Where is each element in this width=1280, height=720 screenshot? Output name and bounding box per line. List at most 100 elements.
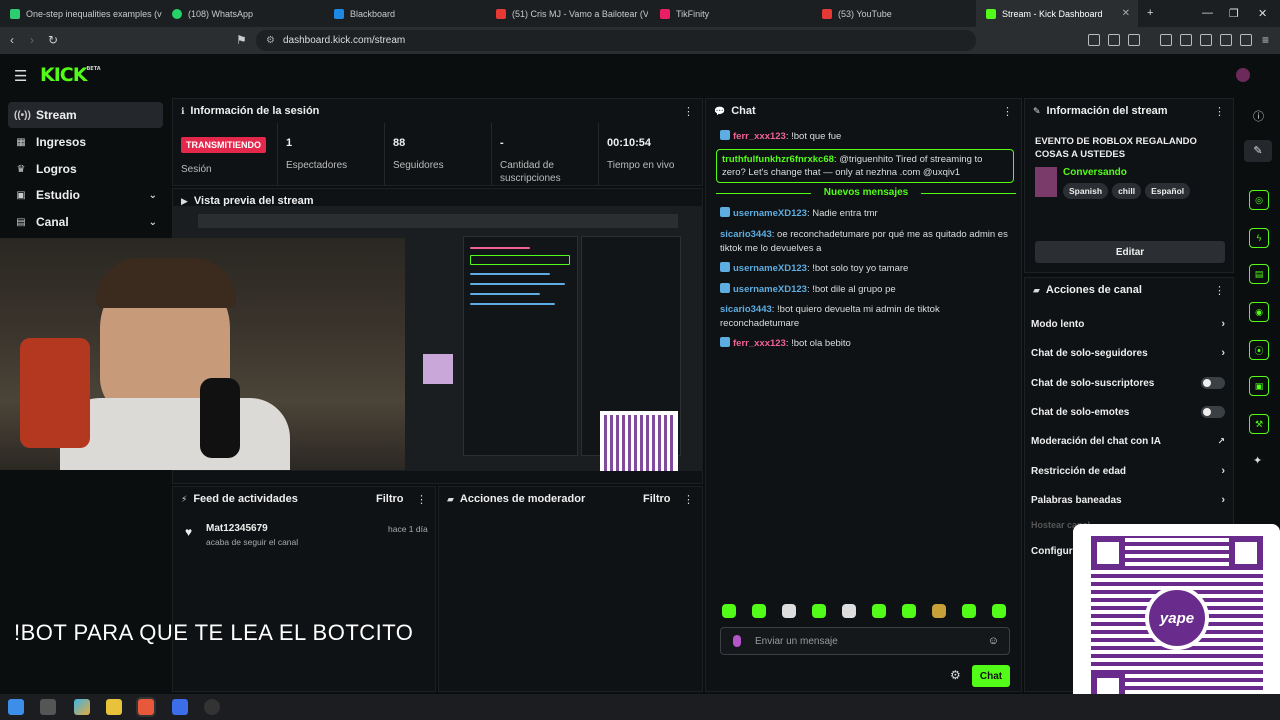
new-messages-divider[interactable]: Nuevos mensajes xyxy=(716,187,1016,198)
action-followers-only[interactable]: Chat de solo-seguidores › xyxy=(1031,342,1229,364)
obs-icon[interactable] xyxy=(204,699,220,715)
browser-tab[interactable]: TikFinity xyxy=(650,0,812,27)
chat-settings-icon[interactable]: ⚙ xyxy=(950,668,961,682)
extension-icon[interactable] xyxy=(1108,34,1120,46)
emote-icon[interactable] xyxy=(782,604,796,618)
focus-icon[interactable]: ◎ xyxy=(1249,190,1269,210)
url-field[interactable]: ⚙ dashboard.kick.com/stream xyxy=(256,30,976,51)
broadcast-icon[interactable]: ⦿ xyxy=(1249,340,1269,360)
emote-icon[interactable] xyxy=(902,604,916,618)
leo-icon[interactable] xyxy=(1220,34,1232,46)
sidebar-item-ingresos[interactable]: ▦ Ingresos xyxy=(8,129,163,155)
sidebar-item-estudio[interactable]: ▣ Estudio ⌄ xyxy=(8,182,163,208)
action-ai-moderation[interactable]: Moderación del chat con IA ↗ xyxy=(1031,430,1229,452)
chevron-right-icon: › xyxy=(1221,318,1225,330)
integrations-icon[interactable]: ✦ xyxy=(1253,454,1262,467)
browser-tab[interactable]: (53) YouTube xyxy=(812,0,974,27)
avatar[interactable] xyxy=(1236,68,1250,82)
reload-icon[interactable]: ↻ xyxy=(48,33,58,47)
tab-favicon-icon xyxy=(10,8,20,19)
menu-icon[interactable]: ≡ xyxy=(1262,33,1269,47)
browser-tab-active[interactable]: Stream - Kick Dashboard ✕ xyxy=(976,0,1138,27)
note-icon[interactable]: ▤ xyxy=(1249,264,1269,284)
emote-icon[interactable] xyxy=(932,604,946,618)
send-chat-button[interactable]: Chat xyxy=(972,665,1010,687)
edit-button[interactable]: Editar xyxy=(1035,241,1225,263)
more-options-icon[interactable]: ⋮ xyxy=(683,105,694,118)
site-info-icon[interactable]: ⚙ xyxy=(266,35,275,46)
microphone xyxy=(200,378,240,458)
emote-icon[interactable] xyxy=(962,604,976,618)
copilot-icon[interactable] xyxy=(74,699,90,715)
emote-icon[interactable] xyxy=(842,604,856,618)
category-link[interactable]: Conversando xyxy=(1063,167,1127,178)
windows-start-icon[interactable] xyxy=(8,699,24,715)
minimize-icon[interactable]: — xyxy=(1202,7,1213,19)
browser-tab[interactable]: (51) Cris MJ - Vamo a Bailotear (Visu xyxy=(486,0,648,27)
emoji-icon[interactable]: ☺ xyxy=(988,635,999,647)
action-age-restriction[interactable]: Restricción de edad › xyxy=(1031,460,1229,482)
emote-icon[interactable] xyxy=(752,604,766,618)
extension-icon[interactable] xyxy=(1088,34,1100,46)
edit-layout-icon[interactable]: ✎ xyxy=(1244,140,1272,162)
wrench-icon[interactable]: ⚒ xyxy=(1249,414,1269,434)
whatsapp-icon xyxy=(172,8,182,19)
bolt-icon: ⚡ xyxy=(181,493,188,504)
chat-bubble-icon[interactable]: ◉ xyxy=(1249,302,1269,322)
more-options-icon[interactable]: ⋮ xyxy=(1214,105,1225,118)
panel-title: ℹ Información de la sesión xyxy=(181,105,320,117)
forward-icon[interactable]: › xyxy=(30,33,34,47)
emotes-only-toggle[interactable] xyxy=(1201,406,1225,418)
sidebar-item-stream[interactable]: ((•)) Stream xyxy=(8,102,163,128)
tikfinity-icon xyxy=(660,8,670,19)
more-options-icon[interactable]: ⋮ xyxy=(1214,284,1225,297)
more-options-icon[interactable]: ⋮ xyxy=(683,493,694,506)
vpn-icon[interactable] xyxy=(1240,34,1252,46)
emote-icon[interactable] xyxy=(722,604,736,618)
emote-icon[interactable] xyxy=(812,604,826,618)
microphone-icon[interactable] xyxy=(733,635,741,647)
filter-button[interactable]: Filtro xyxy=(643,493,671,505)
panel-title: ✎ Información del stream xyxy=(1033,105,1168,117)
extension-icon[interactable] xyxy=(1128,34,1140,46)
action-slow-mode[interactable]: Modo lento › xyxy=(1031,313,1229,335)
task-view-icon[interactable] xyxy=(40,699,56,715)
new-tab-icon[interactable]: + xyxy=(1147,7,1153,19)
back-icon[interactable]: ‹ xyxy=(10,33,14,47)
layout-icon[interactable]: ▣ xyxy=(1249,376,1269,396)
wallet-icon[interactable] xyxy=(1200,34,1212,46)
more-options-icon[interactable]: ⋮ xyxy=(1002,105,1013,118)
studio-icon: ▣ xyxy=(16,189,26,201)
chat-message: usernameXD123: Nadie entra tmr xyxy=(720,207,1010,221)
emote-icon[interactable] xyxy=(992,604,1006,618)
sidebar-icon[interactable] xyxy=(1180,34,1192,46)
chat-message-input[interactable]: Enviar un mensaje ☺ xyxy=(720,627,1010,655)
restore-icon[interactable]: ❐ xyxy=(1229,7,1239,20)
browser-tab[interactable]: One-step inequalities examples (vide xyxy=(0,0,162,27)
app-icon[interactable] xyxy=(172,699,188,715)
close-window-icon[interactable]: ✕ xyxy=(1258,7,1267,20)
subscribers-only-toggle[interactable] xyxy=(1201,377,1225,389)
action-banned-words[interactable]: Palabras baneadas › xyxy=(1031,489,1229,511)
info-icon[interactable]: ⓘ xyxy=(1253,108,1264,124)
bookmark-icon[interactable]: ⚑ xyxy=(236,33,247,47)
chevron-down-icon: ⌄ xyxy=(148,216,157,228)
bolt-icon[interactable]: ϟ xyxy=(1249,228,1269,248)
kick-logo[interactable]: KICKBETA xyxy=(40,64,101,86)
file-explorer-icon[interactable] xyxy=(106,699,122,715)
info-icon: ℹ xyxy=(181,105,185,116)
browser-tab[interactable]: (108) WhatsApp xyxy=(162,0,324,27)
close-tab-icon[interactable]: ✕ xyxy=(1122,8,1130,19)
browser-tab[interactable]: Blackboard xyxy=(324,0,486,27)
sidebar-item-canal[interactable]: ▤ Canal ⌄ xyxy=(8,209,163,235)
music-icon[interactable] xyxy=(1160,34,1172,46)
chevron-right-icon: › xyxy=(1221,347,1225,359)
emote-icon[interactable] xyxy=(872,604,886,618)
filter-button[interactable]: Filtro xyxy=(376,493,404,505)
sidebar-item-logros[interactable]: ♛ Logros xyxy=(8,156,163,182)
hamburger-menu-icon[interactable]: ☰ xyxy=(14,67,27,85)
money-icon: ▦ xyxy=(16,136,26,148)
more-options-icon[interactable]: ⋮ xyxy=(416,493,427,506)
brave-browser-icon[interactable] xyxy=(138,699,154,715)
user-badge-icon xyxy=(720,283,730,293)
